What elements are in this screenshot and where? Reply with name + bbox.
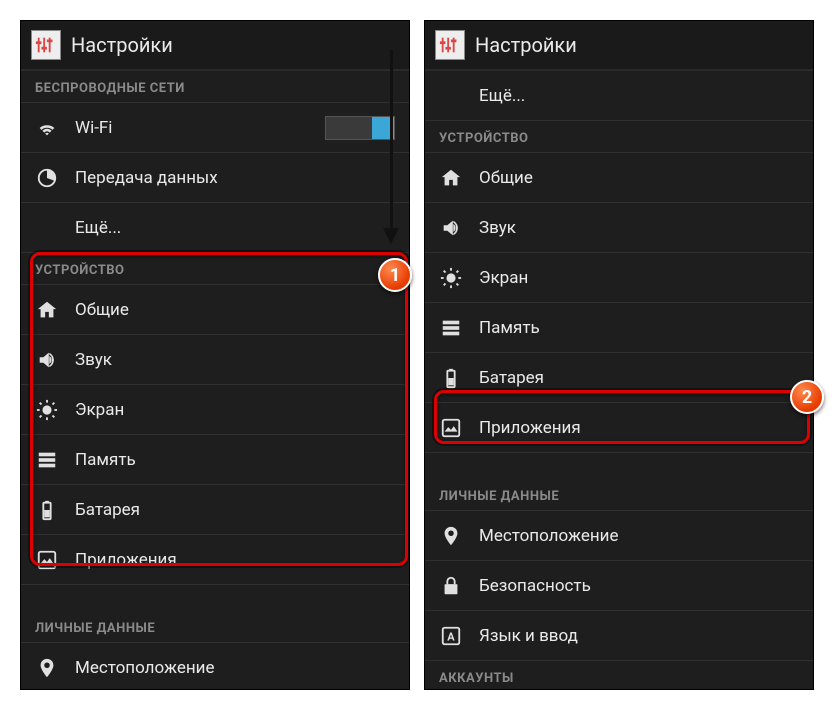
row-label: Экран — [479, 268, 799, 288]
row-label: Память — [479, 318, 799, 338]
language-icon: A — [439, 624, 463, 648]
row-label: Приложения — [479, 418, 799, 438]
row-label: Общие — [75, 300, 395, 320]
row-general[interactable]: Общие — [21, 285, 409, 335]
row-label: Язык и ввод — [479, 626, 799, 646]
titlebar-title: Настройки — [475, 33, 577, 57]
home-icon — [439, 166, 463, 190]
row-label: Передача данных — [75, 168, 395, 188]
row-general[interactable]: Общие — [425, 153, 813, 203]
lock-icon — [439, 574, 463, 598]
row-label: Общие — [479, 168, 799, 188]
data-usage-icon — [35, 166, 59, 190]
row-battery[interactable]: Батарея — [425, 353, 813, 403]
section-device: УСТРОЙСТВО — [21, 253, 409, 285]
row-location[interactable]: Местоположение — [21, 643, 409, 689]
settings-list: Ещё... УСТРОЙСТВО Общие Звук Экран — [425, 71, 813, 689]
row-battery[interactable]: Батарея — [21, 485, 409, 535]
display-icon — [439, 266, 463, 290]
settings-app-icon — [31, 30, 61, 60]
row-label: Местоположение — [75, 658, 395, 678]
sound-icon — [439, 216, 463, 240]
row-apps[interactable]: Приложения — [21, 535, 409, 585]
titlebar-title: Настройки — [71, 33, 173, 57]
row-label: Ещё... — [75, 218, 395, 238]
row-more[interactable]: Ещё... — [425, 71, 813, 121]
row-display[interactable]: Экран — [425, 253, 813, 303]
spacer — [425, 453, 813, 479]
storage-icon — [35, 448, 59, 472]
row-label: Звук — [75, 350, 395, 370]
row-display[interactable]: Экран — [21, 385, 409, 435]
home-icon — [35, 298, 59, 322]
spacer — [21, 585, 409, 611]
settings-app-icon — [435, 30, 465, 60]
row-label: Ещё... — [479, 86, 799, 106]
row-security[interactable]: Безопасность — [425, 561, 813, 611]
section-device: УСТРОЙСТВО — [425, 121, 813, 153]
display-icon — [35, 398, 59, 422]
row-more[interactable]: Ещё... — [21, 203, 409, 253]
row-label: Местоположение — [479, 526, 799, 546]
storage-icon — [439, 316, 463, 340]
wifi-icon — [35, 116, 59, 140]
row-storage[interactable]: Память — [21, 435, 409, 485]
row-data-usage[interactable]: Передача данных — [21, 153, 409, 203]
battery-icon — [35, 498, 59, 522]
section-accounts: АККАУНТЫ — [425, 661, 813, 689]
row-location[interactable]: Местоположение — [425, 511, 813, 561]
left-screenshot: Настройки БЕСПРОВОДНЫЕ СЕТИ Wi-Fi Переда… — [20, 20, 410, 690]
row-label: Безопасность — [479, 576, 799, 596]
row-wifi[interactable]: Wi-Fi — [21, 103, 409, 153]
row-storage[interactable]: Память — [425, 303, 813, 353]
section-personal: ЛИЧНЫЕ ДАННЫЕ — [425, 479, 813, 511]
row-label: Экран — [75, 400, 395, 420]
right-screenshot: Настройки Ещё... УСТРОЙСТВО Общие Звук — [424, 20, 814, 690]
wifi-toggle[interactable] — [325, 116, 395, 140]
row-label: Батарея — [479, 368, 799, 388]
titlebar: Настройки — [425, 21, 813, 71]
row-label: Память — [75, 450, 395, 470]
apps-icon — [35, 548, 59, 572]
row-label: Звук — [479, 218, 799, 238]
svg-text:A: A — [447, 630, 455, 643]
row-label: Приложения — [75, 550, 395, 570]
row-label: Wi-Fi — [75, 118, 309, 138]
row-label: Батарея — [75, 500, 395, 520]
apps-icon — [439, 416, 463, 440]
location-icon — [35, 656, 59, 680]
settings-list: БЕСПРОВОДНЫЕ СЕТИ Wi-Fi Передача данных … — [21, 71, 409, 689]
section-wireless: БЕСПРОВОДНЫЕ СЕТИ — [21, 71, 409, 103]
titlebar: Настройки — [21, 21, 409, 71]
row-sound[interactable]: Звук — [425, 203, 813, 253]
section-personal: ЛИЧНЫЕ ДАННЫЕ — [21, 611, 409, 643]
row-language[interactable]: A Язык и ввод — [425, 611, 813, 661]
location-icon — [439, 524, 463, 548]
row-sound[interactable]: Звук — [21, 335, 409, 385]
battery-icon — [439, 366, 463, 390]
row-apps[interactable]: Приложения — [425, 403, 813, 453]
sound-icon — [35, 348, 59, 372]
